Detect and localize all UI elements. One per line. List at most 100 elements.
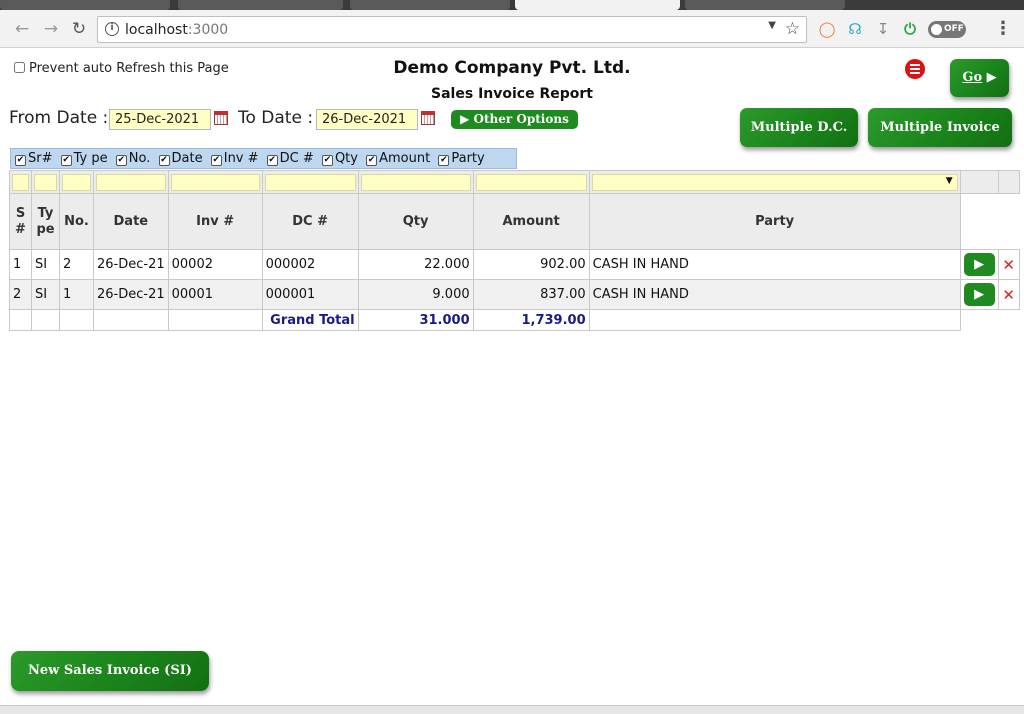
cell-inv: 00002 [167, 249, 263, 280]
checkbox-checked-icon[interactable]: ✔ [60, 155, 72, 166]
open-invoice-button[interactable]: ▶ [963, 253, 995, 276]
header-inv[interactable]: Inv # [167, 193, 263, 250]
header-qty[interactable]: Qty [357, 193, 474, 250]
chevron-down-icon[interactable]: ▼ [768, 20, 776, 31]
column-toggle-no[interactable]: ✔ No. [115, 149, 150, 168]
report-title: Sales Invoice Report [431, 86, 593, 102]
header-blank [960, 193, 999, 250]
column-toggle-qty[interactable]: ✔ Qty [321, 149, 358, 168]
address-bar[interactable]: i localhost:3000 ▼ ☆ [97, 16, 807, 43]
cell-no: 2 [59, 249, 94, 280]
headphones-icon[interactable]: ☊ [845, 19, 865, 39]
extension-toggle[interactable]: OFF [928, 21, 966, 38]
header-party[interactable]: Party [588, 193, 961, 250]
column-toggle-amount[interactable]: ✔ Amount [366, 149, 430, 168]
power-icon[interactable]: ⏻ [900, 19, 920, 39]
filter-input-amount[interactable] [475, 173, 587, 191]
calendar-icon[interactable] [421, 111, 435, 125]
cell-open: ▶ [959, 249, 999, 280]
to-date-input[interactable]: 26-Dec-2021 [316, 109, 418, 130]
column-toggle-type[interactable]: ✔ Ty pe [60, 149, 108, 168]
header-no[interactable]: No. [59, 193, 94, 250]
cell-inv: 00001 [167, 279, 263, 310]
checkbox-checked-icon[interactable]: ✔ [210, 155, 222, 166]
checkbox-checked-icon[interactable]: ✔ [366, 155, 378, 166]
total-cell [167, 309, 263, 331]
menu-list-icon[interactable] [905, 59, 925, 79]
go-button[interactable]: Go ▶ [950, 59, 1009, 97]
table-row[interactable]: 1 SI 2 26-Dec-21 00002 000002 22.000 902… [9, 249, 1020, 280]
download-icon[interactable]: ↧ [873, 19, 893, 39]
delete-icon[interactable]: ✕ [1002, 286, 1015, 304]
new-sales-invoice-button[interactable]: New Sales Invoice (SI) [11, 651, 209, 691]
header-type[interactable]: Ty pe [31, 193, 60, 250]
browser-menu-icon[interactable]: ⋮ [994, 19, 1012, 39]
cell-dc: 000002 [261, 249, 359, 280]
cell-no: 1 [59, 279, 94, 310]
url-text[interactable]: localhost:3000 [125, 22, 228, 38]
cell-amount: 837.00 [472, 279, 590, 310]
browser-tab-active[interactable] [515, 0, 680, 10]
total-cell [9, 309, 32, 331]
back-icon[interactable]: ← [12, 19, 32, 39]
multiple-dc-button[interactable]: Multiple D.C. [740, 108, 858, 147]
column-toggle-bar: ✔ Sr# ✔ Ty pe ✔ No. ✔ Date ✔ Inv # ✔ DC # ✔ Qty… [10, 148, 517, 169]
filter-cell [959, 170, 999, 194]
cell-delete: ✕ [997, 249, 1020, 280]
cell-sr: 2 [9, 279, 32, 310]
invoice-table: ▼ S # Ty pe No. Date Inv # DC # Qty Amou… [9, 170, 1020, 331]
reload-icon[interactable]: ↻ [69, 19, 89, 39]
bookmark-star-icon[interactable]: ☆ [785, 19, 800, 39]
checkbox-checked-icon[interactable]: ✔ [438, 155, 450, 166]
other-options-button[interactable]: ▶ Other Options [451, 110, 578, 129]
checkbox-checked-icon[interactable]: ✔ [15, 155, 26, 166]
to-date-label: To Date : [238, 108, 314, 128]
filter-input-type[interactable] [34, 173, 57, 191]
column-toggle-sr[interactable]: ✔ Sr# [15, 149, 53, 168]
browser-tab[interactable] [350, 0, 510, 10]
filter-cell [357, 170, 474, 194]
total-cell [588, 309, 961, 331]
extension-icon[interactable]: ◯ [817, 19, 837, 39]
filter-select-party[interactable]: ▼ [591, 173, 958, 191]
filter-input-inv[interactable] [170, 173, 260, 191]
filter-input-sr[interactable] [12, 173, 29, 191]
header-date[interactable]: Date [93, 193, 169, 250]
chevron-down-icon[interactable]: ▼ [946, 176, 953, 186]
filter-cell [9, 170, 32, 194]
header-dc[interactable]: DC # [261, 193, 359, 250]
filter-input-qty[interactable] [360, 173, 471, 191]
delete-icon[interactable]: ✕ [1002, 256, 1015, 274]
calendar-icon[interactable] [214, 111, 228, 125]
checkbox-checked-icon[interactable]: ✔ [321, 155, 333, 166]
filter-cell [31, 170, 60, 194]
from-date-input[interactable]: 25-Dec-2021 [109, 109, 211, 130]
browser-tab[interactable] [0, 0, 170, 10]
column-toggle-dc[interactable]: ✔ DC # [266, 149, 314, 168]
horizontal-scrollbar[interactable] [0, 705, 1024, 714]
header-amount[interactable]: Amount [472, 193, 590, 250]
forward-icon[interactable]: → [41, 19, 61, 39]
grand-total-row: Grand Total 31.000 1,739.00 [9, 309, 1020, 331]
column-toggle-party[interactable]: ✔ Party [438, 149, 485, 168]
browser-tab[interactable] [178, 0, 343, 10]
filter-input-dc[interactable] [264, 173, 356, 191]
browser-tab[interactable] [685, 0, 845, 10]
column-toggle-date[interactable]: ✔ Date [158, 149, 203, 168]
column-toggle-inv[interactable]: ✔ Inv # [210, 149, 259, 168]
multiple-invoice-button[interactable]: Multiple Invoice [868, 108, 1012, 147]
info-icon[interactable]: i [105, 22, 119, 36]
table-row[interactable]: 2 SI 1 26-Dec-21 00001 000001 9.000 837.… [9, 279, 1020, 310]
cell-type: SI [31, 249, 60, 280]
header-sr[interactable]: S # [9, 193, 32, 250]
total-cell [59, 309, 94, 331]
checkbox-checked-icon[interactable]: ✔ [115, 155, 127, 166]
total-cell [960, 309, 999, 331]
checkbox-checked-icon[interactable]: ✔ [266, 155, 278, 166]
cell-date: 26-Dec-21 [93, 279, 169, 310]
total-amount: 1,739.00 [472, 309, 590, 331]
open-invoice-button[interactable]: ▶ [963, 283, 995, 306]
filter-input-no[interactable] [62, 173, 91, 191]
filter-input-date[interactable] [96, 173, 166, 191]
checkbox-checked-icon[interactable]: ✔ [158, 155, 170, 166]
